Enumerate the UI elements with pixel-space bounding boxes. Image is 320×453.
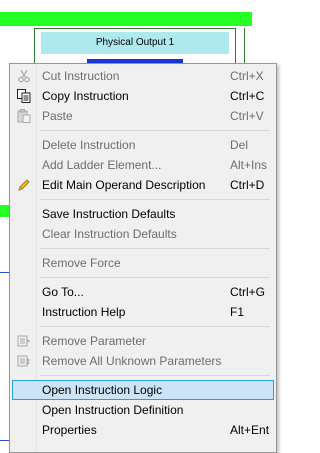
context-menu: Cut Instruction Ctrl+X Copy Instruction … (9, 63, 277, 453)
menu-separator (40, 199, 270, 200)
menu-item-label: Delete Instruction (42, 138, 136, 152)
instruction-block[interactable]: Physical Output 1 (34, 28, 236, 65)
menu-item-label: Edit Main Operand Description (42, 178, 206, 192)
menu-separator (40, 130, 270, 131)
menu-item-remove-parameter[interactable]: Remove Parameter (12, 331, 274, 351)
paste-icon (17, 109, 31, 123)
menu-item-shortcut: Ctrl+V (230, 109, 264, 123)
instruction-title: Physical Output 1 (41, 32, 229, 54)
menu-item-shortcut: Ctrl+G (230, 285, 266, 299)
menu-item-label: Open Instruction Logic (42, 383, 163, 397)
menu-separator (40, 375, 270, 376)
menu-item-shortcut: Ctrl+D (230, 178, 265, 192)
remove-parameter-icon (17, 335, 30, 347)
menu-item-delete-instruction[interactable]: Delete Instruction Del (12, 135, 274, 155)
menu-separator (40, 277, 270, 278)
menu-item-label: Remove Parameter (42, 334, 147, 348)
menu-item-shortcut: Alt+Ins (230, 158, 268, 172)
menu-item-label: Save Instruction Defaults (42, 207, 176, 221)
menu-item-shortcut: F1 (230, 305, 245, 319)
menu-item-label: Add Ladder Element... (42, 158, 162, 172)
menu-item-label: Open Instruction Definition (42, 403, 184, 417)
menu-item-paste[interactable]: Paste Ctrl+V (12, 106, 274, 126)
menu-item-add-ladder-element[interactable]: Add Ladder Element... Alt+Ins (12, 155, 274, 175)
remove-all-parameters-icon (17, 355, 30, 367)
menu-item-label: Remove All Unknown Parameters (42, 354, 222, 368)
menu-item-remove-force[interactable]: Remove Force (12, 253, 274, 273)
ladder-rung-energized (0, 12, 252, 26)
menu-item-open-instruction-logic[interactable]: Open Instruction Logic (12, 380, 274, 400)
menu-separator (40, 326, 270, 327)
menu-item-label: Paste (42, 109, 73, 123)
menu-item-label: Remove Force (42, 256, 121, 270)
menu-item-label: Go To... (42, 285, 84, 299)
menu-item-instruction-help[interactable]: Instruction Help F1 (12, 302, 274, 322)
menu-item-label: Properties (42, 423, 97, 437)
menu-item-go-to[interactable]: Go To... Ctrl+G (12, 282, 274, 302)
menu-item-shortcut: Del (230, 138, 249, 152)
menu-item-shortcut: Ctrl+C (230, 89, 265, 103)
menu-item-label: Instruction Help (42, 305, 126, 319)
menu-item-label: Cut Instruction (42, 69, 120, 83)
menu-item-shortcut: Alt+Ent (230, 423, 270, 437)
menu-item-shortcut: Ctrl+X (230, 69, 264, 83)
menu-item-remove-all-unknown-parameters[interactable]: Remove All Unknown Parameters (12, 351, 274, 371)
menu-separator (40, 248, 270, 249)
menu-item-cut-instruction[interactable]: Cut Instruction Ctrl+X (12, 66, 274, 86)
copy-icon (17, 89, 31, 103)
menu-item-copy-instruction[interactable]: Copy Instruction Ctrl+C (12, 86, 274, 106)
scissors-icon (18, 70, 30, 83)
menu-item-label: Copy Instruction (42, 89, 129, 103)
menu-item-properties[interactable]: Properties Alt+Ent (12, 420, 274, 440)
menu-item-open-instruction-definition[interactable]: Open Instruction Definition (12, 400, 274, 420)
menu-item-save-instruction-defaults[interactable]: Save Instruction Defaults (12, 204, 274, 224)
menu-item-label: Clear Instruction Defaults (42, 227, 177, 241)
pencil-icon (18, 179, 30, 191)
menu-item-edit-operand-description[interactable]: Edit Main Operand Description Ctrl+D (12, 175, 274, 195)
menu-item-clear-instruction-defaults[interactable]: Clear Instruction Defaults (12, 224, 274, 244)
